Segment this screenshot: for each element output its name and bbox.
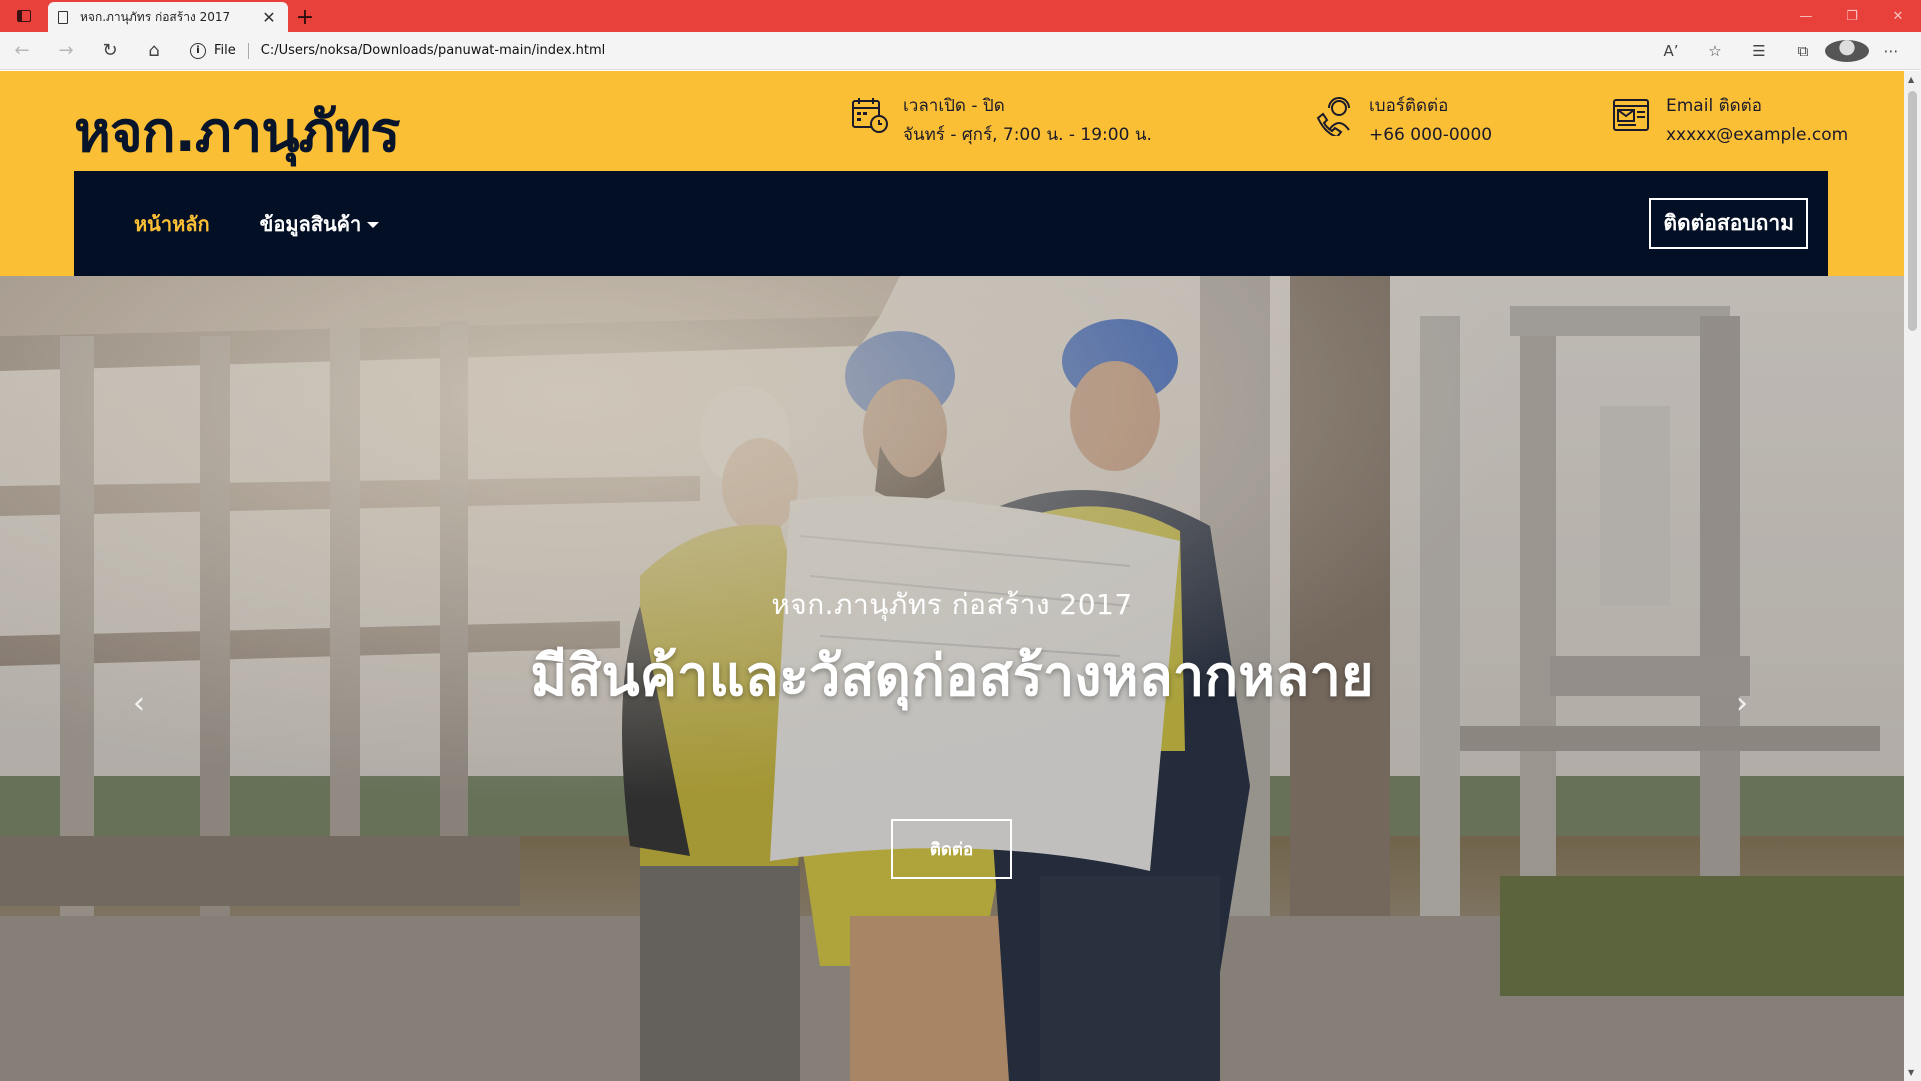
info-icon[interactable]: i [190,42,206,59]
tab-title: หจก.ภานุภัทร ก่อสร้าง 2017 [80,9,231,24]
profile-button[interactable] [1825,39,1869,62]
tab-close-button[interactable]: ✕ [260,8,278,27]
tab-actions-button[interactable] [0,0,48,32]
hours-label: เวลาเปิด - ปิด [903,96,1005,116]
hero-subtitle: หจก.ภานุภัทร ก่อสร้าง 2017 [771,588,1133,621]
read-aloud-icon[interactable]: A’ [1649,42,1693,60]
hero-carousel: ‹ › หจก.ภานุภัทร ก่อสร้าง 2017 มีสินค้าแ… [0,276,1904,1081]
email-label: Email ติดต่อ [1666,96,1762,116]
page-icon [58,10,68,24]
home-button[interactable]: ⌂ [132,32,176,70]
add-favorite-icon[interactable]: ☆ [1693,42,1737,60]
back-button[interactable]: ← [0,32,44,70]
scrollbar-thumb[interactable] [1908,91,1917,331]
page-scrollbar[interactable]: ▲ ▼ [1904,71,1921,1081]
main-navbar: หน้าหลัก ข้อมูลสินค้า ติดต่อสอบถาม [74,171,1828,276]
browser-tab[interactable]: หจก.ภานุภัทร ก่อสร้าง 2017 ✕ [48,2,288,32]
restore-button[interactable]: ❐ [1829,0,1875,32]
url-scheme: File [214,43,236,58]
hero-contact-button[interactable]: ติดต่อ [891,819,1012,879]
site-topbar: หจก.ภานุภัทร เวลาเปิด - ปิด จันทร์ - ศุก… [0,71,1904,171]
refresh-button[interactable]: ↻ [88,32,132,70]
nav-products-label: ข้อมูลสินค้า [259,211,362,236]
address-bar: ← → ↻ ⌂ i File C:/Users/noksa/Downloads/… [0,32,1921,70]
nav-products-dropdown[interactable]: ข้อมูลสินค้า [260,208,380,240]
phone-contact: เบอร์ติดต่อ +66 000-0000 [1315,93,1492,151]
calendar-clock-icon [852,98,888,133]
phone-label: เบอร์ติดต่อ [1369,96,1449,116]
avatar [1825,39,1869,62]
url-divider [247,42,249,59]
page-viewport: หจก.ภานุภัทร เวลาเปิด - ปิด จันทร์ - ศุก… [0,71,1904,1081]
nav-home[interactable]: หน้าหลัก [134,208,210,240]
minimize-button[interactable]: — [1783,0,1829,32]
more-menu-icon[interactable]: ⋯ [1869,42,1913,60]
browser-titlebar: หจก.ภานุภัทร ก่อสร้าง 2017 ✕ + — ❐ ✕ [0,0,1921,32]
tab-actions-icon [17,10,31,22]
site-logo[interactable]: หจก.ภานุภัทร [74,87,400,176]
scroll-down-icon[interactable]: ▼ [1908,1068,1914,1077]
window-controls: — ❐ ✕ [1783,0,1921,32]
favorites-icon[interactable]: ☰ [1737,42,1781,60]
close-window-button[interactable]: ✕ [1875,0,1921,32]
contact-inquiry-button[interactable]: ติดต่อสอบถาม [1649,198,1808,249]
collections-icon[interactable]: ⧉ [1781,42,1825,60]
browser-toolbar: A’ ☆ ☰ ⧉ ⋯ [1649,39,1921,62]
forward-button[interactable]: → [44,32,88,70]
support-agent-icon [1316,97,1350,136]
url-field[interactable]: i File C:/Users/noksa/Downloads/panuwat-… [190,36,1640,66]
url-path: C:/Users/noksa/Downloads/panuwat-main/in… [260,43,606,58]
email-value[interactable]: xxxxx@example.com [1666,119,1848,151]
scroll-up-icon[interactable]: ▲ [1908,75,1914,84]
hero-title: มีสินค้าและวัสดุก่อสร้างหลากหลาย [530,644,1374,709]
hours-value: จันทร์ - ศุกร์, 7:00 น. - 19:00 น. [903,125,1152,145]
caret-down-icon [367,222,380,228]
email-contact: Email ติดต่อ xxxxx@example.com [1612,93,1848,151]
opening-hours: เวลาเปิด - ปิด จันทร์ - ศุกร์, 7:00 น. -… [851,93,1152,151]
email-window-icon [1613,99,1649,131]
new-tab-button[interactable]: + [288,2,322,32]
phone-value[interactable]: +66 000-0000 [1369,119,1492,151]
